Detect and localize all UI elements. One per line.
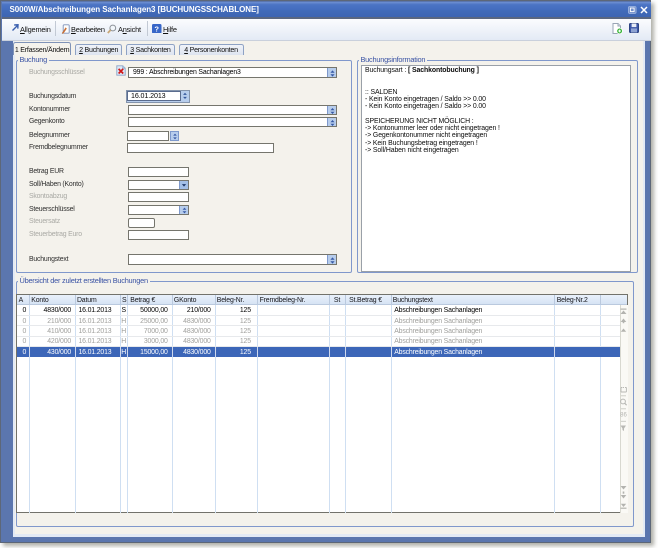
svg-text:86: 86 xyxy=(620,413,627,419)
svg-text:?: ? xyxy=(154,24,159,33)
